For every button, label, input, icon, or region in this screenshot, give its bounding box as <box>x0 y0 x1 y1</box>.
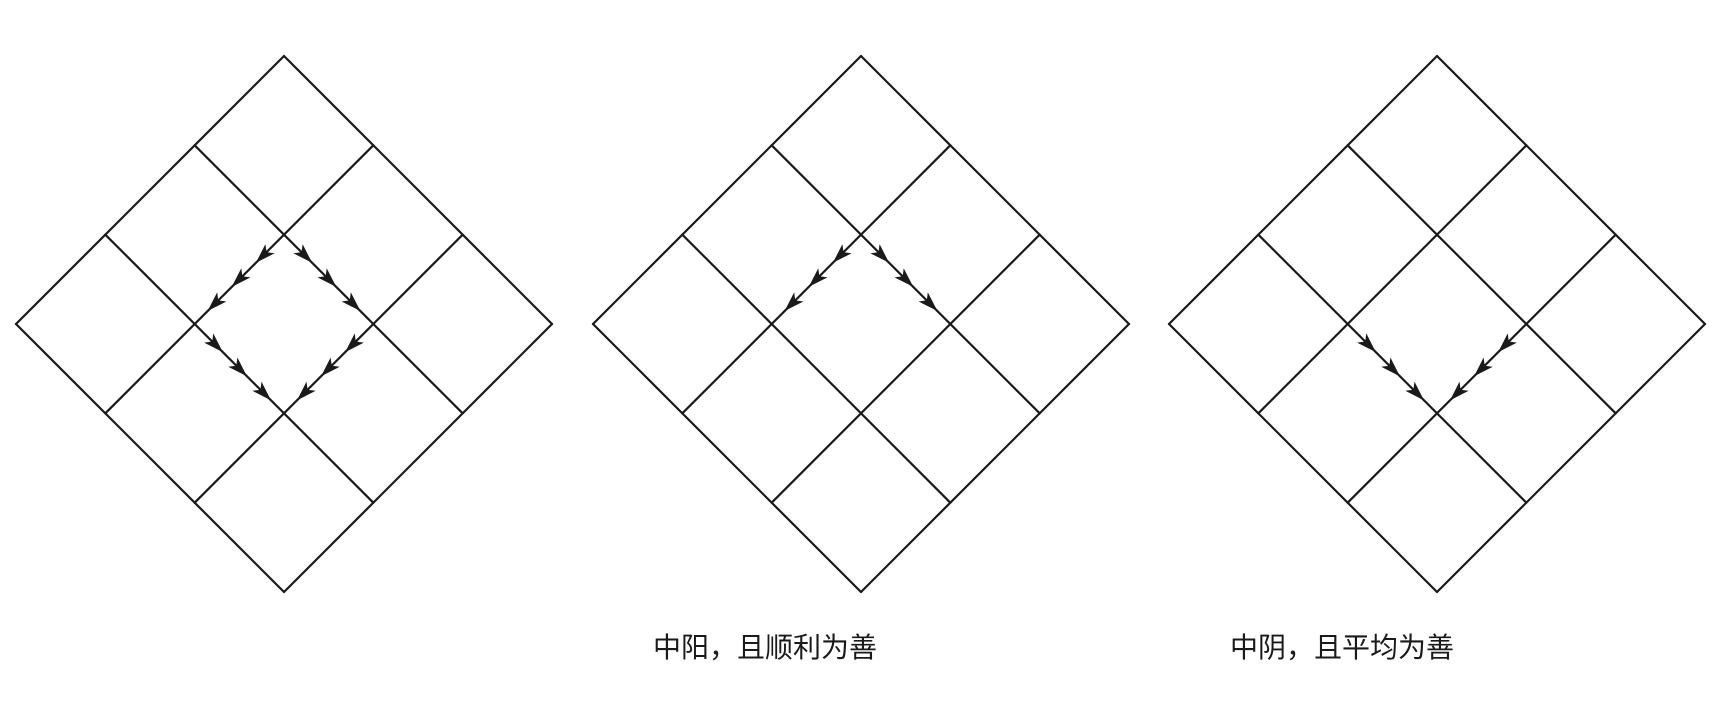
grid-line <box>14 54 286 326</box>
grid-line <box>1257 144 1528 415</box>
grid-line <box>282 322 554 594</box>
diamond-grid-diagram-1 <box>14 54 554 594</box>
grid-line <box>1167 322 1439 594</box>
grid-line <box>14 322 286 594</box>
grid-line <box>1435 322 1707 594</box>
diamond-grid-diagram-2 <box>591 54 1131 594</box>
caption-diagram-3: 中阴，且平均为善 <box>1229 631 1454 664</box>
grid-line <box>1435 54 1707 326</box>
grid-line <box>591 54 863 326</box>
diamond-grid-diagram-3 <box>1167 54 1707 594</box>
caption-diagram-2: 中阳，且顺利为善 <box>652 631 877 664</box>
grid-line <box>859 322 1131 594</box>
diagram-canvas <box>14 54 1707 594</box>
grid-line <box>1346 144 1617 415</box>
grid-line <box>591 322 863 594</box>
grid-line <box>282 54 554 326</box>
grid-line <box>1167 54 1439 326</box>
grid-line <box>859 54 1131 326</box>
